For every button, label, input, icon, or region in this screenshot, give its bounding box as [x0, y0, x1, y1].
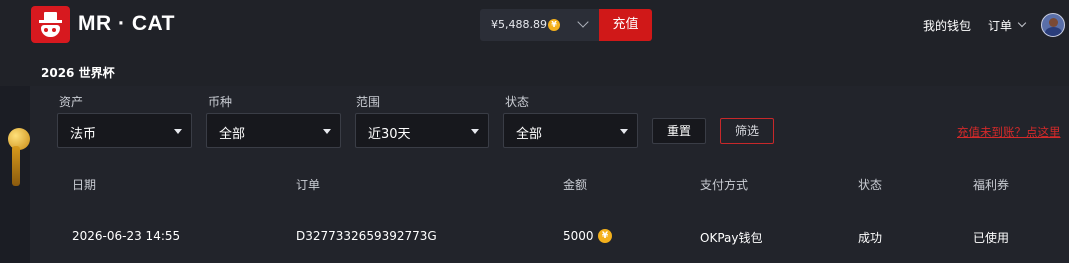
caret-down-icon: [323, 129, 331, 134]
column-header-payment: 支付方式: [700, 178, 749, 192]
caret-down-icon: [620, 129, 628, 134]
orders-panel: 资产 法币 币种 全部 范围 近30天 状态 全部 重置 筛选 充值未到账？点这…: [30, 86, 1069, 263]
row-payment-method: OKPay钱包: [700, 231, 763, 245]
row-order-id: D3277332659392773G: [296, 229, 437, 243]
top-navbar: MR · CAT ¥5,488.89 ¥ 充值 我的钱包 订单 2026 世界杯: [0, 0, 1069, 86]
currency-select[interactable]: 全部: [206, 113, 341, 148]
nav-my-wallet[interactable]: 我的钱包: [923, 17, 971, 34]
row-amount: 5000: [563, 229, 594, 243]
coin-icon: ¥: [548, 19, 560, 31]
coin-icon: ¥: [598, 229, 612, 243]
row-status: 成功: [858, 231, 883, 245]
balance-dropdown[interactable]: ¥5,488.89 ¥: [480, 9, 600, 41]
column-header-date: 日期: [72, 178, 97, 192]
caret-down-icon: [471, 129, 479, 134]
column-header-coupon: 福利券: [973, 178, 1010, 192]
currency-filter-label: 币种: [208, 95, 233, 109]
nav-orders[interactable]: 订单: [988, 17, 1012, 34]
table-row: 2026-06-23 14:55 D3277332659392773G 5000…: [30, 210, 1069, 263]
filter-button[interactable]: 筛选: [720, 118, 774, 144]
currency-select-value: 全部: [219, 127, 246, 142]
trophy-decoration-icon: [0, 104, 30, 204]
range-select-value: 近30天: [368, 127, 411, 142]
mr-cat-logo-icon[interactable]: [31, 6, 70, 43]
column-header-amount: 金额: [563, 178, 588, 192]
section-title: 2026 世界杯: [41, 66, 115, 80]
chevron-down-icon[interactable]: [1017, 18, 1027, 28]
row-coupon: 已使用: [973, 231, 1010, 245]
asset-filter-label: 资产: [59, 95, 84, 109]
caret-down-icon: [174, 129, 182, 134]
reset-button[interactable]: 重置: [652, 118, 706, 144]
range-filter-label: 范围: [356, 95, 381, 109]
status-select[interactable]: 全部: [503, 113, 638, 148]
recharge-help-link[interactable]: 充值未到账？点这里: [957, 124, 1069, 140]
chevron-down-icon[interactable]: [577, 16, 589, 28]
asset-select[interactable]: 法币: [57, 113, 192, 148]
balance-amount: ¥5,488.89: [491, 18, 547, 31]
range-select[interactable]: 近30天: [355, 113, 489, 148]
column-header-order: 订单: [296, 178, 321, 192]
recharge-button[interactable]: 充值: [599, 9, 652, 41]
asset-select-value: 法币: [70, 127, 97, 142]
brand-name[interactable]: MR · CAT: [78, 12, 175, 36]
status-filter-label: 状态: [505, 95, 530, 109]
user-avatar[interactable]: [1041, 13, 1065, 37]
column-header-status: 状态: [858, 178, 883, 192]
status-select-value: 全部: [516, 127, 543, 142]
row-date: 2026-06-23 14:55: [72, 229, 181, 243]
